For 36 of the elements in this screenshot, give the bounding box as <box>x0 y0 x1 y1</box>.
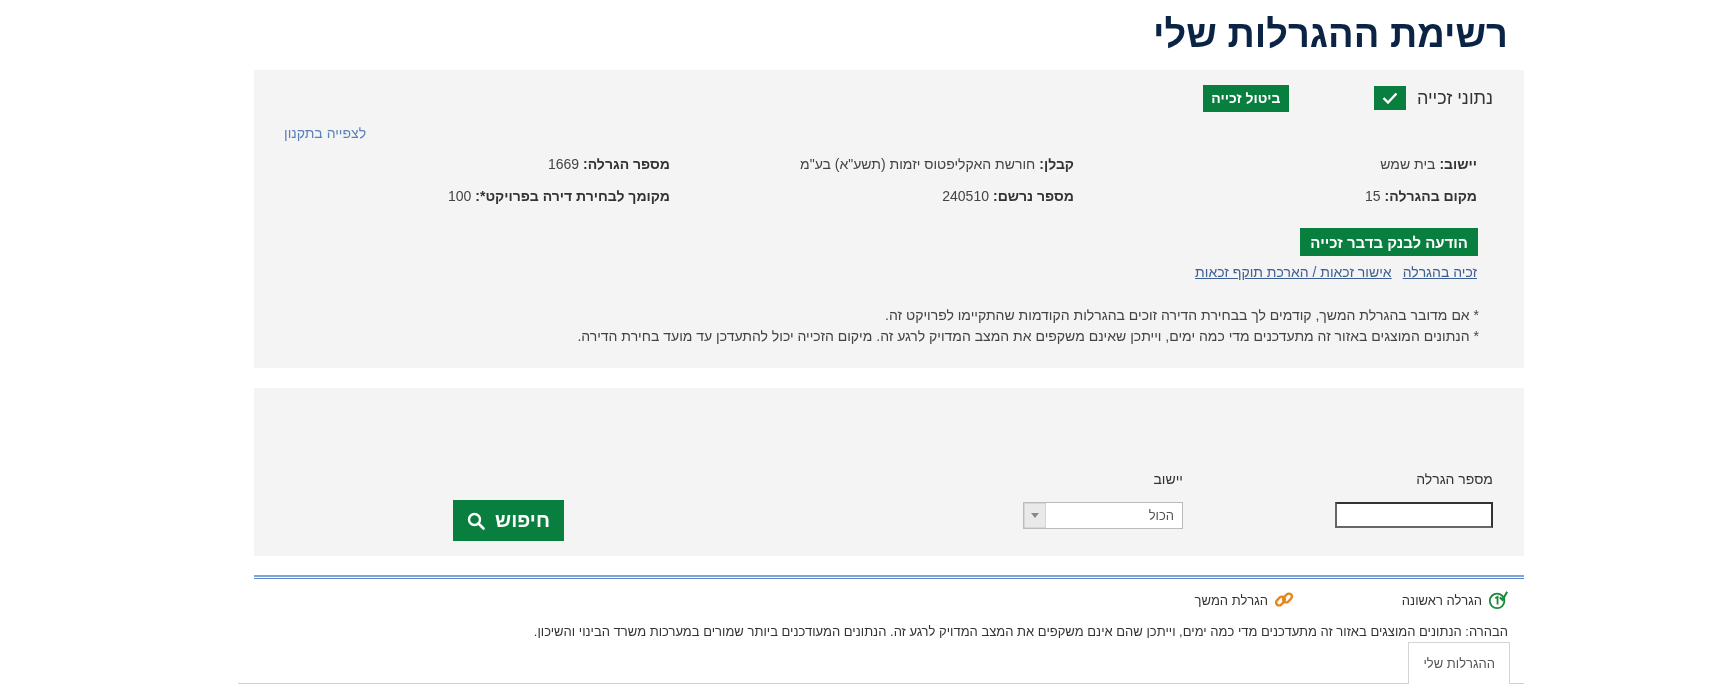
footnote: * אם מדובר בהגרלת המשך, קודמים לך בבחירת הדירה זוכים בהגרלות הקודמות שהתקיימו לפרויקט זה. <box>884 306 1479 325</box>
page-title: רשימת ההגרלות שלי <box>1153 12 1508 57</box>
disclaimer-text: הבהרה: הנתונים המוצגים באזור זה מתעדכנים מדי כמה ימים, וייתכן שהם אינם משקפים את המצב המדויק לרגע זה. הנתונים המעודכנים ביותר שמורים במערכות משרד הבינוי והשיכון. <box>532 623 1508 641</box>
win-heading: נתוני זכייה <box>1416 87 1493 109</box>
field-value: בית שמש <box>1380 156 1436 172</box>
legend-label: הגרלה ראשונה <box>1401 592 1482 608</box>
search-button[interactable]: חיפוש <box>453 500 564 541</box>
field-value: 100 <box>447 188 472 204</box>
win-checkbox[interactable] <box>1373 86 1406 110</box>
footnote: * הנתונים המוצגים באזור זה מתעדכנים מדי כמה ימים, וייתכן שאינם משקפים את המצב המדויק לרגע זה. מיקום הזכייה יכול להתעדכן עד מועד בחירת הדירה. <box>576 327 1479 346</box>
bank-notice-button[interactable]: הודעה לבנק בדבר זכייה <box>1300 228 1478 256</box>
document-link[interactable]: זכיה בהגרלה <box>1402 264 1477 280</box>
field-label: מקומך לבחירת דירה בפרויקט*: <box>475 188 670 204</box>
checkmark-icon <box>1381 92 1398 104</box>
caret-icon <box>1024 503 1046 528</box>
field-value: 240510 <box>942 188 989 204</box>
search-icon <box>467 511 486 530</box>
circle-check-icon <box>1488 590 1508 610</box>
field-label: מספר הגרלה <box>1416 470 1493 488</box>
field-label: מקום בהגרלה: <box>1384 188 1477 204</box>
legend-label: הגרלת המשך <box>1194 592 1268 608</box>
settlement-dropdown[interactable]: הכול <box>1023 502 1183 529</box>
field-value: 1669 <box>547 156 580 172</box>
tab[interactable]: ההגרלות שלי <box>1408 642 1510 684</box>
field-label: מספר נרשם: <box>993 188 1074 204</box>
field-label: יישוב <box>1153 470 1183 488</box>
field-label: יישוב: <box>1439 156 1477 172</box>
field-value: 15 <box>1365 188 1381 204</box>
cancel-win-button[interactable]: ביטול זכייה <box>1202 84 1289 112</box>
chain-link-icon <box>1274 590 1294 610</box>
field-label: קבלן: <box>1039 156 1074 172</box>
field-value: חורשת האקליפטוס יזמות (תשע"א) בע"מ <box>800 156 1036 172</box>
document-link[interactable]: אישור זכאות / הארכת תוקף זכאות <box>1195 264 1392 280</box>
lottery-number-input[interactable] <box>1335 502 1493 528</box>
field-label: מספר הגרלה: <box>583 156 670 172</box>
regulations-link[interactable]: לצפייה בתקנון <box>284 125 367 141</box>
